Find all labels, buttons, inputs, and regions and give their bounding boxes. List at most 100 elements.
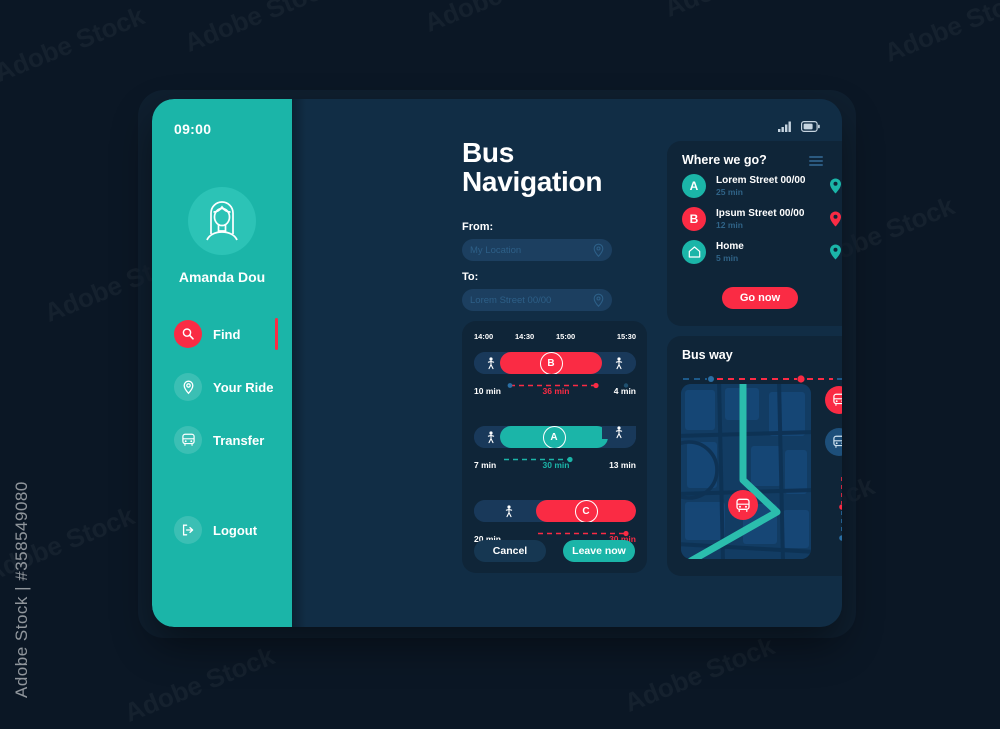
bus-icon	[174, 426, 202, 454]
page-title: Bus Navigation	[462, 137, 603, 197]
walking-person-icon	[602, 426, 636, 439]
route-progress	[474, 451, 636, 463]
sidebar-item-your-ride[interactable]: Your Ride	[152, 367, 292, 407]
sidebar-nav: Find Your Ride Transfer Logout	[152, 314, 292, 544]
bus-line-letter: A	[542, 426, 566, 448]
destination-time: 5 min	[716, 253, 739, 263]
sidebar-item-label: Logout	[213, 522, 258, 538]
cancel-button[interactable]: Cancel	[474, 540, 546, 562]
time-tick: 15:30	[616, 332, 636, 341]
home-icon	[682, 240, 706, 264]
from-input-placeholder: My Location	[470, 244, 522, 256]
sidebar-item-find[interactable]: Find	[152, 314, 292, 354]
destination-time: 25 min	[716, 187, 743, 197]
bus-way-steps: Get off in 3 stops 25 min	[825, 386, 842, 547]
sidebar-item-logout[interactable]: Logout	[152, 510, 257, 550]
hamburger-menu-icon[interactable]	[809, 156, 823, 167]
route-option-b[interactable]: B 10 min 36 min 4 min	[474, 347, 636, 396]
sidebar: 09:00 Amanda Dou Find Your Ride Transfer…	[152, 99, 306, 627]
bus-line-letter: C	[574, 500, 598, 522]
pin-icon	[593, 243, 604, 258]
walking-person-icon	[474, 500, 544, 522]
journey-card: 14:00 14:30 15:00 15:30 B 10 min 36 min …	[462, 321, 647, 573]
destination-name: Lorem Street 00/00	[716, 175, 806, 186]
list-item[interactable]: B Ipsum Street 00/00 12 min	[682, 207, 842, 231]
bus-line-letter: B	[539, 352, 563, 374]
time-tick: 15:00	[556, 332, 576, 341]
from-input[interactable]: My Location	[462, 239, 612, 261]
active-indicator	[275, 318, 278, 350]
route-option-c[interactable]: C 20 min 30 min	[474, 495, 636, 544]
bus-icon	[825, 386, 842, 414]
destination-badge: B	[682, 207, 706, 231]
to-label: To:	[462, 271, 479, 283]
app-main-panel: Bus Navigation From: My Location To: Lor…	[282, 99, 842, 627]
search-form: From: My Location To: Lorem Street 00/00	[462, 221, 612, 311]
tablet-device: Bus Navigation From: My Location To: Lor…	[152, 99, 842, 627]
route-bar[interactable]: C	[474, 500, 636, 522]
watermark-tile: Adobe Stock	[660, 0, 819, 24]
go-now-button[interactable]: Go now	[722, 287, 798, 309]
destination-name: Ipsum Street 00/00	[716, 208, 805, 219]
destination-badge: A	[682, 174, 706, 198]
map-pin-icon[interactable]	[829, 178, 842, 194]
list-item[interactable]: A Lorem Street 00/00 25 min	[682, 174, 842, 198]
sidebar-item-label: Transfer	[213, 432, 265, 448]
route-bar[interactable]: A	[474, 426, 636, 448]
watermark-sidebar-text: Adobe Stock | #358549080	[12, 481, 31, 698]
bus-way-map[interactable]	[681, 384, 811, 559]
search-icon	[174, 320, 202, 348]
bus-segment: A	[500, 426, 608, 448]
watermark-tile: Adobe Stock	[120, 640, 279, 728]
bus-way-title: Bus way	[682, 348, 733, 362]
page-title-line1: Bus	[462, 137, 514, 168]
list-item[interactable]: Home 5 min	[682, 240, 842, 264]
watermark-tile: Adobe Stock	[0, 0, 149, 88]
page-title-line2: Navigation	[462, 165, 603, 197]
sidebar-item-label: Find	[213, 326, 241, 342]
watermark-tile: Adobe Stock	[180, 0, 339, 59]
destination-time: 12 min	[716, 220, 743, 230]
bus-icon	[825, 428, 842, 456]
pin-icon	[593, 293, 604, 308]
time-tick: 14:00	[474, 332, 494, 341]
to-input[interactable]: Lorem Street 00/00	[462, 289, 612, 311]
status-bar	[778, 121, 820, 132]
list-item[interactable]: Get off in 3 stops 25 min	[825, 386, 842, 414]
time-tick: 14:30	[515, 332, 535, 341]
bus-segment: B	[500, 352, 602, 374]
map-pin-icon[interactable]	[829, 211, 842, 227]
bus-way-card: Bus way	[667, 336, 842, 576]
time-axis: 14:00 14:30 15:00 15:30	[474, 332, 636, 341]
destination-list: A Lorem Street 00/00 25 min B Ipsum Stre…	[682, 174, 842, 273]
where-we-go-title: Where we go?	[682, 153, 767, 167]
route-bar[interactable]: B	[474, 352, 636, 374]
bus-segment: C	[536, 500, 636, 522]
route-progress	[474, 377, 636, 389]
bus-marker-icon[interactable]	[728, 490, 758, 520]
upcoming-stops: Lorem street 00/00 Ipsum street 00/00	[825, 477, 842, 547]
pin-icon	[174, 373, 202, 401]
where-we-go-card: Where we go? A Lorem Street 00/00 25 min	[667, 141, 842, 326]
route-option-a[interactable]: A 7 min 30 min 13 min	[474, 421, 636, 470]
watermark-tile: Adobe Stock	[880, 0, 1000, 69]
map-pin-icon[interactable]	[829, 244, 842, 260]
user-name: Amanda Dou	[178, 269, 266, 285]
destination-name: Home	[716, 241, 744, 252]
user-avatar-icon	[206, 201, 238, 241]
list-item[interactable]: M00 Show stops before › › › ›	[825, 428, 842, 463]
logout-icon	[174, 516, 202, 544]
walking-person-icon	[602, 352, 636, 374]
watermark-tile: Adobe Stock	[620, 630, 779, 718]
leave-now-button[interactable]: Leave now	[563, 540, 635, 562]
signal-bars-icon	[778, 121, 791, 132]
battery-icon	[801, 121, 820, 132]
screenshot-root: Adobe Stock Adobe Stock Adobe Stock Adob…	[0, 0, 1000, 729]
sidebar-item-transfer[interactable]: Transfer	[152, 420, 292, 460]
watermark-tile: Adobe Stock	[0, 500, 139, 588]
avatar[interactable]	[188, 187, 256, 255]
to-input-placeholder: Lorem Street 00/00	[470, 294, 552, 306]
from-label: From:	[462, 221, 494, 233]
sidebar-item-label: Your Ride	[213, 379, 274, 395]
route-progress	[474, 525, 636, 537]
